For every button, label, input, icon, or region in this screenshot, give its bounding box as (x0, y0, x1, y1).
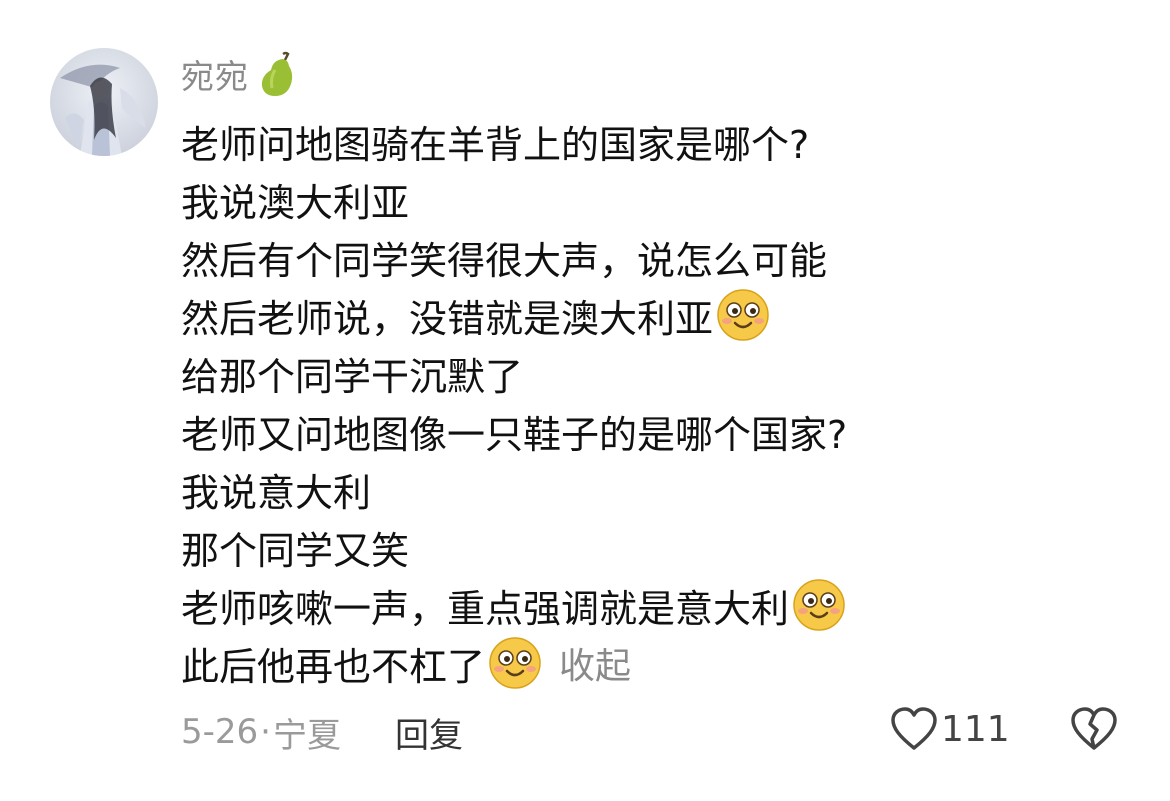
comment-line-text: 然后有个同学笑得很大声，说怎么可能 (181, 238, 828, 283)
comment-footer: 5-26 · 宁夏 回复 111 (181, 704, 1130, 760)
comment-line: 我说意大利 (181, 460, 1141, 518)
comment-line: 老师又问地图像一只鞋子的是哪个国家? (181, 402, 1141, 460)
collapse-button[interactable]: 收起 (559, 637, 631, 689)
avatar-image (50, 48, 158, 156)
comment-line: 给那个同学干沉默了 (181, 344, 1141, 402)
comment-line: 那个同学又笑 (181, 518, 1141, 576)
avatar[interactable] (50, 48, 158, 156)
like-button[interactable]: 111 (889, 706, 1010, 752)
comment-line: 老师咳嗽一声，重点强调就是意大利 (181, 576, 1141, 634)
username[interactable]: 宛宛 (181, 50, 249, 98)
comment-line: 老师问地图骑在羊背上的国家是哪个? (181, 112, 1141, 170)
meta-separator: · (260, 712, 271, 752)
smile-emoji-icon (717, 289, 769, 341)
reply-button[interactable]: 回复 (395, 708, 463, 757)
comment-line-text: 我说澳大利亚 (181, 180, 410, 225)
smile-emoji-icon (489, 637, 541, 689)
comment-location: 宁夏 (272, 715, 341, 756)
like-count: 111 (941, 708, 1010, 750)
comment-line-text: 然后老师说，没错就是澳大利亚 (181, 296, 714, 341)
comment-line-text: 老师又问地图像一只鞋子的是哪个国家? (181, 412, 848, 457)
pear-icon (261, 51, 293, 96)
smile-emoji-icon (793, 579, 845, 631)
comment-date: 5-26 (181, 712, 259, 752)
comment-line: 我说澳大利亚 (181, 170, 1141, 228)
heart-icon (891, 707, 937, 750)
comment-line: 然后老师说，没错就是澳大利亚 (181, 286, 1141, 344)
comment-line-text: 老师咳嗽一声，重点强调就是意大利 (181, 586, 790, 631)
username-row: 宛宛 (181, 50, 299, 98)
comment-line-text: 给那个同学干沉默了 (181, 354, 524, 399)
dislike-button[interactable] (1069, 706, 1119, 756)
comment-line-text: 此后他再也不杠了 (181, 644, 486, 689)
broken-heart-icon (1071, 707, 1117, 750)
comment-card: 宛宛 老师问地图骑在羊背上的国家是哪个? 我说澳大利亚然后有个同学笑得很大声，说怎… (0, 0, 1170, 801)
comment-line: 此后他再也不杠了 收起 (181, 634, 1141, 692)
comment-line-text: 老师问地图骑在羊背上的国家是哪个? (181, 122, 810, 167)
comment-line-text: 我说意大利 (181, 470, 372, 515)
comment-text: 老师问地图骑在羊背上的国家是哪个? 我说澳大利亚然后有个同学笑得很大声，说怎么可能… (181, 112, 1141, 692)
comment-line: 然后有个同学笑得很大声，说怎么可能 (181, 228, 1141, 286)
comment-line-text: 那个同学又笑 (181, 528, 410, 573)
